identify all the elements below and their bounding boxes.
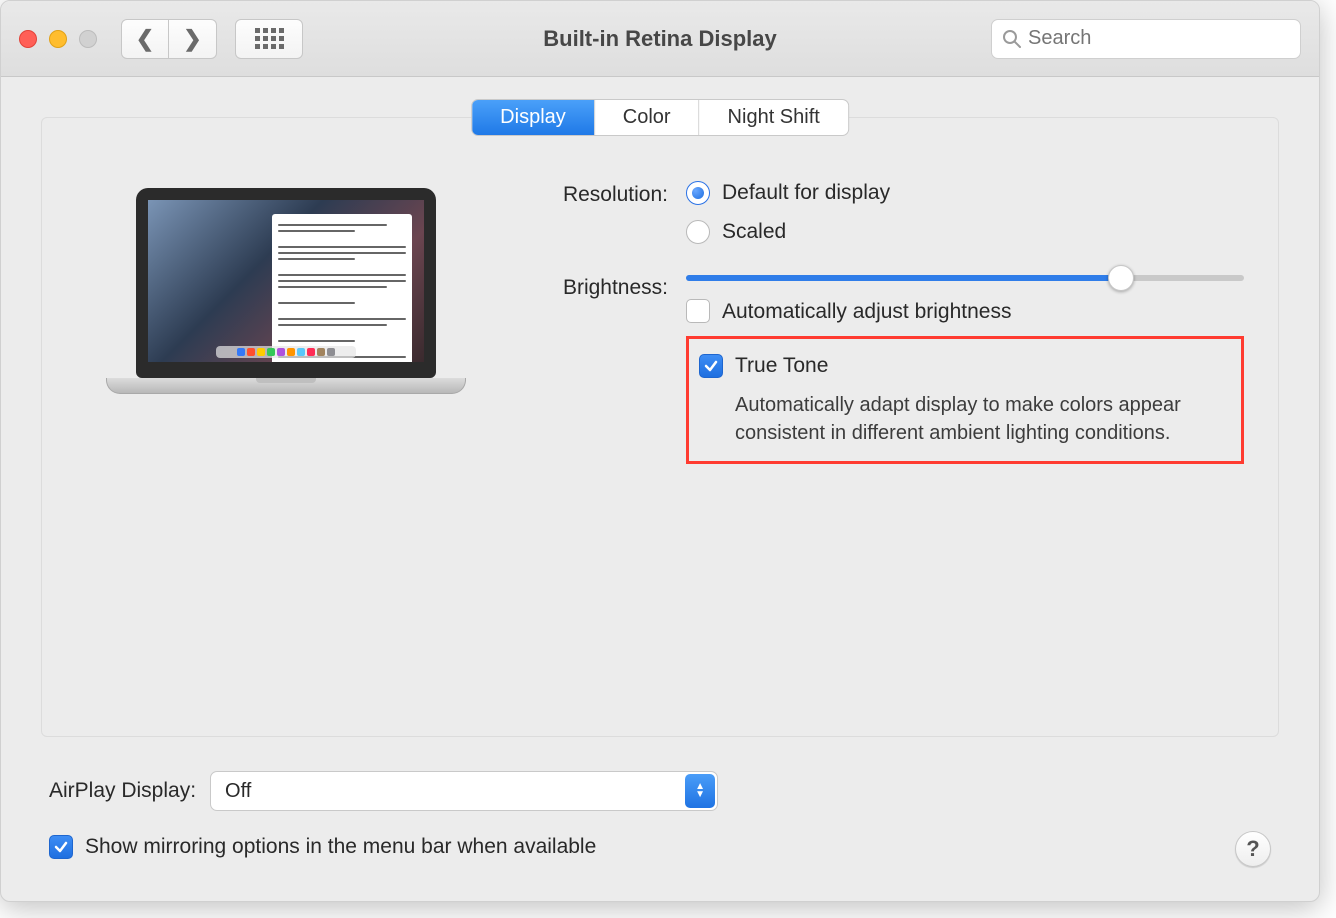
resolution-scaled-row[interactable]: Scaled [686,217,1244,246]
resolution-default-row[interactable]: Default for display [686,178,1244,207]
minimize-icon[interactable] [49,30,67,48]
content: Display Color Night Shift [1,77,1319,757]
check-icon [53,839,69,855]
true-tone-desc: Automatically adapt display to make colo… [699,391,1225,447]
search-input[interactable] [1028,27,1290,50]
titlebar: ❮ ❯ Built-in Retina Display [1,1,1319,77]
help-button[interactable]: ? [1235,831,1271,867]
airplay-select[interactable]: Off ▲▼ [210,771,718,811]
true-tone-row[interactable]: True Tone [699,351,1225,380]
check-icon [703,358,719,374]
true-tone-highlight: True Tone Automatically adapt display to… [686,336,1244,463]
search-field[interactable] [991,19,1301,59]
tab-night-shift[interactable]: Night Shift [700,100,848,135]
mirroring-checkbox[interactable] [49,835,73,859]
radio-default[interactable] [686,181,710,205]
forward-button[interactable]: ❯ [169,19,217,59]
help-icon: ? [1246,836,1259,862]
brightness-slider[interactable] [686,275,1244,281]
airplay-value: Off [225,780,251,803]
nav-buttons: ❮ ❯ [121,19,217,59]
true-tone-label: True Tone [735,351,828,380]
auto-brightness-checkbox[interactable] [686,299,710,323]
resolution-scaled-label: Scaled [722,217,786,246]
chevron-left-icon: ❮ [136,26,154,52]
prefs-window: ❮ ❯ Built-in Retina Display Display Colo… [0,0,1320,902]
display-preview [76,178,496,478]
search-icon [1002,29,1022,49]
true-tone-checkbox[interactable] [699,354,723,378]
show-all-button[interactable] [235,19,303,59]
auto-brightness-label: Automatically adjust brightness [722,297,1011,326]
panel-body: Resolution: Default for display Scaled [76,178,1244,478]
tab-display[interactable]: Display [472,100,595,135]
traffic-lights [19,30,97,48]
select-stepper-icon: ▲▼ [685,774,715,808]
auto-brightness-row[interactable]: Automatically adjust brightness [686,297,1244,326]
back-button[interactable]: ❮ [121,19,169,59]
tab-color[interactable]: Color [595,100,700,135]
close-icon[interactable] [19,30,37,48]
chevron-right-icon: ❯ [183,26,201,52]
bottom-area: AirPlay Display: Off ▲▼ Show mirroring o… [1,757,1319,879]
resolution-label: Resolution: [526,178,686,257]
airplay-row: AirPlay Display: Off ▲▼ [49,771,1279,811]
mirroring-row[interactable]: Show mirroring options in the menu bar w… [49,835,1279,859]
resolution-default-label: Default for display [722,178,890,207]
zoom-icon [79,30,97,48]
airplay-label: AirPlay Display: [49,779,196,803]
tab-bar: Display Color Night Shift [471,99,849,136]
display-settings: Resolution: Default for display Scaled [496,178,1244,478]
mirroring-label: Show mirroring options in the menu bar w… [85,835,596,859]
brightness-label: Brightness: [526,271,686,464]
radio-scaled[interactable] [686,220,710,244]
grid-icon [255,28,284,49]
settings-panel: Display Color Night Shift [41,117,1279,737]
slider-thumb[interactable] [1108,265,1134,291]
